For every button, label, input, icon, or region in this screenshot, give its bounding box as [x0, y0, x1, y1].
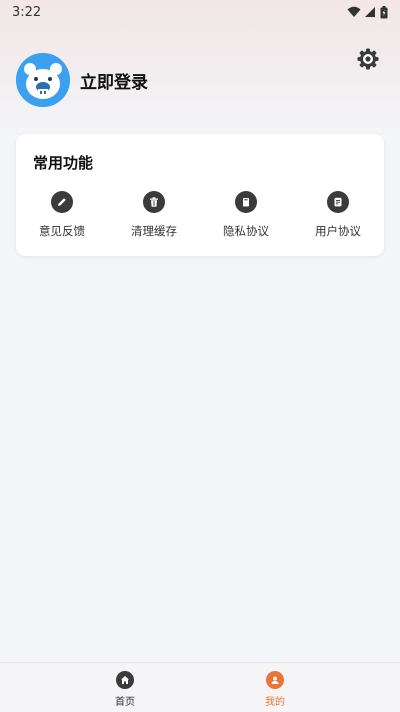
- feedback-button[interactable]: 意见反馈: [16, 191, 108, 241]
- privacy-policy-button[interactable]: 隐私协议: [200, 191, 292, 241]
- bottom-navigation: 首页 我的: [0, 662, 400, 712]
- card-title: 常用功能: [33, 154, 94, 172]
- battery-icon: [380, 5, 388, 18]
- gear-icon: [357, 48, 379, 70]
- wifi-icon: [347, 6, 361, 17]
- bear-avatar-icon: [16, 53, 70, 107]
- clear-cache-label: 清理缓存: [131, 224, 177, 238]
- nav-item-home[interactable]: 首页: [95, 671, 155, 708]
- common-functions-card: 常用功能 意见反馈 清理缓存 隐私协议 用户协议: [16, 134, 384, 256]
- user-agreement-label: 用户协议: [315, 224, 361, 238]
- pencil-icon: [51, 191, 73, 213]
- status-icons: [347, 5, 388, 19]
- status-time: 3:22: [12, 4, 42, 20]
- functions-grid: 意见反馈 清理缓存 隐私协议 用户协议: [16, 191, 384, 241]
- home-icon: [116, 671, 134, 689]
- trash-icon: [143, 191, 165, 213]
- nav-label-home: 首页: [115, 697, 135, 708]
- login-link[interactable]: 立即登录: [80, 68, 148, 93]
- clear-cache-button[interactable]: 清理缓存: [108, 191, 200, 241]
- signal-icon: [365, 7, 375, 17]
- document-icon: [327, 191, 349, 213]
- privacy-policy-label: 隐私协议: [223, 224, 269, 238]
- settings-button[interactable]: [356, 47, 380, 71]
- nav-item-mine[interactable]: 我的: [245, 671, 305, 708]
- avatar[interactable]: [16, 53, 70, 107]
- user-agreement-button[interactable]: 用户协议: [292, 191, 384, 241]
- nav-label-mine: 我的: [265, 697, 285, 708]
- bookmark-icon: [235, 191, 257, 213]
- status-bar: 3:22: [0, 0, 400, 24]
- profile-section[interactable]: 立即登录: [16, 53, 148, 107]
- feedback-label: 意见反馈: [39, 224, 85, 238]
- user-icon: [266, 671, 284, 689]
